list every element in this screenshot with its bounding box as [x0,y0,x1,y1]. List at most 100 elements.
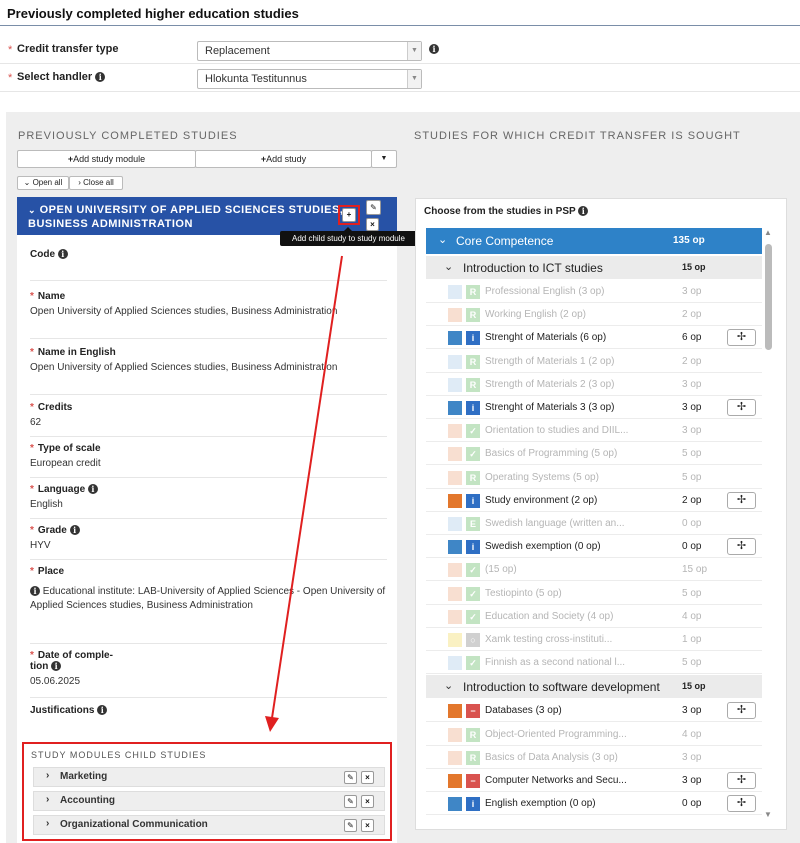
move-study-button[interactable]: ✢ [727,329,756,347]
delete-child-button[interactable]: × [361,795,374,808]
move-study-button[interactable]: ✢ [727,399,756,416]
study-status-icon: ✓ [466,656,480,671]
study-credits: 2 op [682,309,702,321]
child-study-row[interactable]: › Marketing ✎ × [33,767,385,787]
study-label: Study environment (2 op) [485,494,598,506]
study-item[interactable]: ○ Xamk testing cross-instituti... 1 op [426,628,762,651]
study-credits: 2 op [682,494,702,506]
child-study-row[interactable]: › Organizational Communication ✎ × [33,815,385,835]
study-color-marker [448,727,462,742]
study-item[interactable]: i Swedish exemption (0 op) 0 op ✢ [426,535,762,559]
study-label: English exemption (0 op) [485,798,596,810]
study-label: Xamk testing cross-instituti... [485,634,613,645]
study-credits: 15 op [682,564,708,576]
study-status-icon: i [466,331,480,346]
child-studies-box: STUDY MODULES CHILD STUDIES › Marketing … [22,742,392,841]
study-label: Strength of Materials 2 (3 op) [485,378,615,390]
move-study-button[interactable]: ✢ [727,772,756,789]
arrow-head [265,716,279,732]
delete-child-button[interactable]: × [361,771,374,784]
study-credits: 3 op [682,705,702,717]
study-item[interactable]: R Object-Oriented Programming... 4 op [426,723,762,746]
study-item[interactable]: R Strength of Materials 1 (2 op) 2 op [426,350,762,373]
study-status-icon: R [466,285,480,299]
study-item[interactable]: i English exemption (0 op) 0 op ✢ [426,792,762,816]
study-item[interactable]: ✓ Finnish as a second national l... 5 op [426,651,762,675]
study-color-marker [448,633,462,647]
delete-child-button[interactable]: × [361,819,374,832]
study-item[interactable]: − Computer Networks and Secu... 3 op ✢ [426,769,762,792]
move-study-button[interactable]: ✢ [727,491,756,509]
study-label: Education and Society (4 op) [485,610,614,622]
study-label: (15 op) [485,564,517,576]
study-item[interactable]: ✓ Basics of Programming (5 op) 5 op [426,442,762,466]
study-credits: 3 op [682,425,702,437]
study-item[interactable]: R Basics of Data Analysis (3 op) 3 op [426,746,762,769]
study-label: Swedish language (written an... [485,518,625,529]
study-color-marker [448,609,462,624]
study-item[interactable]: R Working English (2 op) 2 op [426,303,762,327]
child-study-name: Organizational Communication [60,819,208,830]
tree-root-core-competence[interactable]: ⌄ Core Competence 135 op [426,228,762,254]
study-item[interactable]: ✓ Education and Society (4 op) 4 op [426,605,762,628]
study-label: Computer Networks and Secu... [485,775,627,786]
edit-child-button[interactable]: ✎ [344,795,357,808]
study-color-marker [448,797,462,812]
study-status-icon: R [466,727,480,742]
study-item[interactable]: i Study environment (2 op) 2 op ✢ [426,489,762,512]
study-credits: 5 op [682,448,702,460]
scroll-down-icon[interactable]: ▼ [764,810,772,819]
study-credits: 3 op [682,378,702,390]
study-credits: 6 op [682,332,702,344]
study-label: Strength of Materials 1 (2 op) [485,355,615,367]
study-credits: 5 op [682,471,702,483]
study-color-marker [448,401,462,415]
study-item[interactable]: R Strength of Materials 2 (3 op) 3 op [426,373,762,396]
study-status-icon: ○ [466,633,480,647]
info-icon[interactable]: i [578,206,589,217]
group-introduction-ict[interactable]: ⌄ Introduction to ICT studies 15 op [426,256,762,279]
study-status-icon: R [466,377,480,392]
study-item[interactable]: ✓ Orientation to studies and DIIL... 3 op [426,419,762,443]
study-item[interactable]: R Operating Systems (5 op) 5 op [426,466,762,489]
scrollbar-thumb[interactable] [765,244,772,350]
move-study-button[interactable]: ✢ [727,538,756,556]
study-credits: 5 op [682,657,702,669]
study-credits: 3 op [682,751,702,763]
psp-panel: Choose from the studies in PSP i ⌄ Core … [415,198,787,830]
study-item[interactable]: i Strenght of Materials (6 op) 6 op ✢ [426,326,762,350]
study-credits: 3 op [682,402,702,413]
chevron-down-icon: ⌄ [444,261,454,273]
study-color-marker [448,656,462,671]
study-color-marker [448,308,462,323]
edit-child-button[interactable]: ✎ [344,771,357,784]
study-status-icon: i [466,797,480,812]
scroll-up-icon[interactable]: ▲ [764,228,772,237]
child-study-row[interactable]: › Accounting ✎ × [33,791,385,811]
study-label: Testiopinto (5 op) [485,587,562,599]
study-item[interactable]: − Databases (3 op) 3 op ✢ [426,699,762,723]
study-color-marker [448,563,462,578]
move-study-button[interactable]: ✢ [727,702,756,720]
study-label: Swedish exemption (0 op) [485,541,601,553]
group-introduction-software[interactable]: ⌄ Introduction to software development 15 … [426,675,762,699]
study-color-marker [448,586,462,601]
study-color-marker [448,517,462,531]
study-color-marker [448,354,462,369]
study-item[interactable]: i Strenght of Materials 3 (3 op) 3 op ✢ [426,396,762,419]
study-credits: 3 op [682,775,702,786]
study-status-icon: ✓ [466,563,480,578]
study-label: Databases (3 op) [485,705,562,717]
study-item[interactable]: R Professional English (3 op) 3 op [426,280,762,303]
study-credits: 2 op [682,355,702,367]
move-study-button[interactable]: ✢ [727,795,756,813]
child-studies-title: STUDY MODULES CHILD STUDIES [31,750,207,760]
edit-child-button[interactable]: ✎ [344,819,357,832]
study-credits: 4 op [682,610,702,622]
study-item[interactable]: ✓ Testiopinto (5 op) 5 op [426,582,762,605]
study-item[interactable]: E Swedish language (written an... 0 op [426,512,762,535]
scrollbar[interactable]: ▲ ▼ [762,228,774,822]
study-color-marker [448,470,462,485]
study-status-icon: i [466,493,480,508]
study-item[interactable]: ✓ (15 op) 15 op [426,558,762,582]
